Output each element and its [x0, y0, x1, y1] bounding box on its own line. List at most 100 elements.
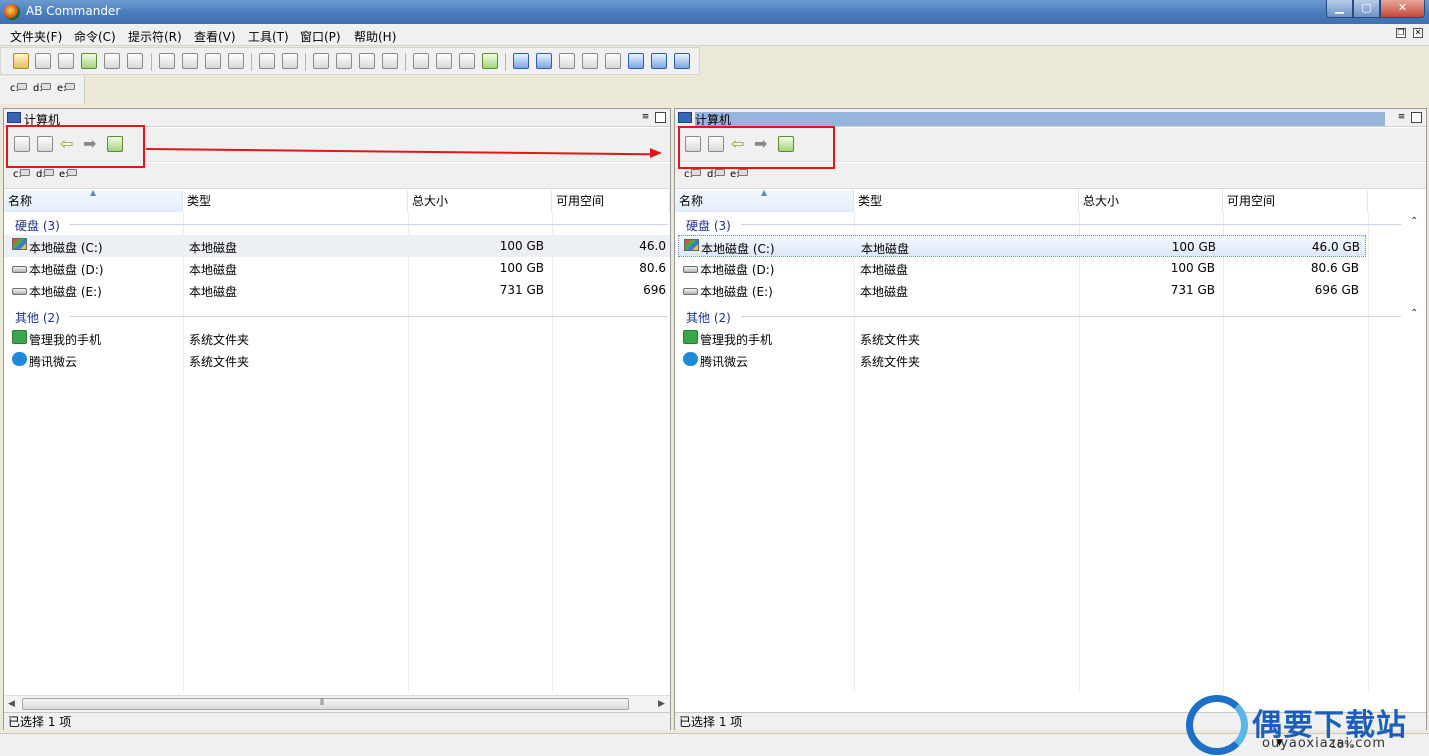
move-icon[interactable]	[336, 53, 352, 69]
group-header-disks[interactable]: 硬盘 (3)	[4, 214, 670, 234]
group-header-other[interactable]: 其他 (2) ⌃	[675, 306, 1426, 326]
toolbar-separator	[405, 53, 406, 71]
list-row[interactable]: 腾讯微云 系统文件夹	[675, 349, 1426, 371]
row-free: 80.6 GB	[1310, 261, 1359, 275]
sort-up-icon: ▲	[761, 188, 768, 197]
app-logo-icon	[4, 4, 20, 20]
close-button[interactable]: ✕	[1380, 0, 1425, 18]
collapse-group-icon[interactable]: ⌃	[1410, 308, 1418, 319]
mdi-close-icon[interactable]: ✕	[1413, 28, 1423, 38]
sync-icon[interactable]	[81, 53, 97, 69]
list-icon[interactable]	[559, 53, 575, 69]
column-header-type[interactable]: 类型	[854, 190, 1079, 212]
document-icon[interactable]	[104, 53, 120, 69]
fullscreen-icon[interactable]	[513, 53, 529, 69]
group-line	[70, 224, 668, 225]
maximize-button[interactable]: ▢	[1353, 0, 1380, 18]
drive-e-button[interactable]: e:	[57, 83, 75, 94]
cart-icon[interactable]	[582, 53, 598, 69]
menu-command[interactable]: 命令(C)	[74, 28, 116, 45]
rename-icon[interactable]	[382, 53, 398, 69]
row-type: 本地磁盘	[860, 285, 909, 299]
copy-left-icon[interactable]	[159, 53, 175, 69]
menu-prompt[interactable]: 提示符(R)	[128, 28, 182, 45]
list-row[interactable]: 本地磁盘 (E:) 本地磁盘 731 GB 696	[4, 279, 670, 301]
panel-maximize-icon[interactable]	[1411, 112, 1422, 123]
menu-window[interactable]: 窗口(P)	[300, 28, 341, 45]
home-icon[interactable]	[674, 53, 690, 69]
scroll-left-icon[interactable]: ◀	[8, 699, 15, 709]
window-icon[interactable]	[536, 53, 552, 69]
ab-compare-icon[interactable]	[205, 53, 221, 69]
column-header-free[interactable]: 可用空间	[552, 190, 670, 212]
panel-menu-icon[interactable]: ≡	[640, 112, 651, 123]
new-window-icon[interactable]	[605, 53, 621, 69]
panel-menu-icon[interactable]: ≡	[1396, 112, 1407, 123]
scrollbar-thumb[interactable]	[22, 698, 629, 710]
column-header-size[interactable]: 总大小	[1079, 190, 1223, 212]
row-type: 本地磁盘	[861, 242, 910, 256]
group-line	[741, 316, 1401, 317]
right-drive-e-button[interactable]: e:	[730, 169, 748, 180]
list-row[interactable]: 本地磁盘 (C:) 本地磁盘 100 GB 46.0 GB	[678, 235, 1366, 257]
network-icon[interactable]	[282, 53, 298, 69]
group-header-disks[interactable]: 硬盘 (3) ⌃	[675, 214, 1426, 234]
recycle-icon[interactable]	[228, 53, 244, 69]
stack-icon[interactable]	[58, 53, 74, 69]
horizontal-scrollbar[interactable]: ◀ ⦀ ▶	[4, 695, 670, 712]
right-drive-d-button[interactable]: d:	[707, 169, 725, 180]
minimize-button[interactable]: ▁	[1326, 0, 1353, 18]
drive-d-button[interactable]: d:	[33, 83, 51, 94]
filter-icon[interactable]	[127, 53, 143, 69]
menu-folder[interactable]: 文件夹(F)	[10, 28, 62, 45]
disk-icon	[12, 288, 27, 295]
new-item-icon[interactable]	[436, 53, 452, 69]
tree-icon[interactable]	[259, 53, 275, 69]
drive-icon	[64, 83, 75, 90]
row-name: 本地磁盘 (C:)	[701, 242, 775, 256]
image-icon[interactable]	[482, 53, 498, 69]
toolbar-separator	[505, 53, 506, 71]
window-title: AB Commander	[26, 4, 121, 18]
folder-star-icon[interactable]	[35, 53, 51, 69]
menu-tools[interactable]: 工具(T)	[248, 28, 289, 45]
left-drive-e-button[interactable]: e:	[59, 169, 77, 180]
row-type: 系统文件夹	[189, 333, 250, 347]
list-row[interactable]: 管理我的手机 系统文件夹	[675, 327, 1426, 349]
collapse-group-icon[interactable]: ⌃	[1410, 216, 1418, 227]
list-row[interactable]: 管理我的手机 系统文件夹	[4, 327, 670, 349]
title-bar: AB Commander ▁ ▢ ✕	[0, 0, 1429, 24]
info-icon[interactable]	[628, 53, 644, 69]
edit-icon[interactable]	[413, 53, 429, 69]
row-type: 系统文件夹	[860, 333, 921, 347]
duplicate-icon[interactable]	[359, 53, 375, 69]
row-name: 管理我的手机	[700, 333, 773, 347]
column-header-free[interactable]: 可用空间	[1223, 190, 1368, 212]
new-folder-icon[interactable]	[13, 53, 29, 69]
column-header-type[interactable]: 类型	[183, 190, 408, 212]
right-drive-c-button[interactable]: c:	[684, 169, 701, 180]
list-row[interactable]: 本地磁盘 (D:) 本地磁盘 100 GB 80.6 GB	[675, 257, 1426, 279]
column-header-size[interactable]: 总大小	[408, 190, 552, 212]
list-row[interactable]: 本地磁盘 (E:) 本地磁盘 731 GB 696 GB	[675, 279, 1426, 301]
move-left-icon[interactable]	[182, 53, 198, 69]
row-size: 100 GB	[499, 239, 544, 253]
mdi-restore-icon[interactable]: ❐	[1396, 28, 1406, 38]
computer-icon	[678, 112, 692, 123]
scroll-right-icon[interactable]: ▶	[658, 699, 665, 709]
help-icon[interactable]	[651, 53, 667, 69]
panel-maximize-icon[interactable]	[655, 112, 666, 123]
drive-c-button[interactable]: c:	[10, 83, 27, 94]
list-row[interactable]: 本地磁盘 (D:) 本地磁盘 100 GB 80.6	[4, 257, 670, 279]
left-drive-c-button[interactable]: c:	[13, 169, 30, 180]
watermark-logo-icon	[1186, 695, 1248, 755]
group-header-other[interactable]: 其他 (2)	[4, 306, 670, 326]
main-toolbar	[0, 47, 700, 75]
copy-icon[interactable]	[313, 53, 329, 69]
left-drive-d-button[interactable]: d:	[36, 169, 54, 180]
menu-view[interactable]: 查看(V)	[194, 28, 236, 45]
list-row[interactable]: 腾讯微云 系统文件夹	[4, 349, 670, 371]
find-icon[interactable]	[459, 53, 475, 69]
list-row[interactable]: 本地磁盘 (C:) 本地磁盘 100 GB 46.0	[4, 235, 670, 257]
menu-help[interactable]: 帮助(H)	[354, 28, 396, 45]
